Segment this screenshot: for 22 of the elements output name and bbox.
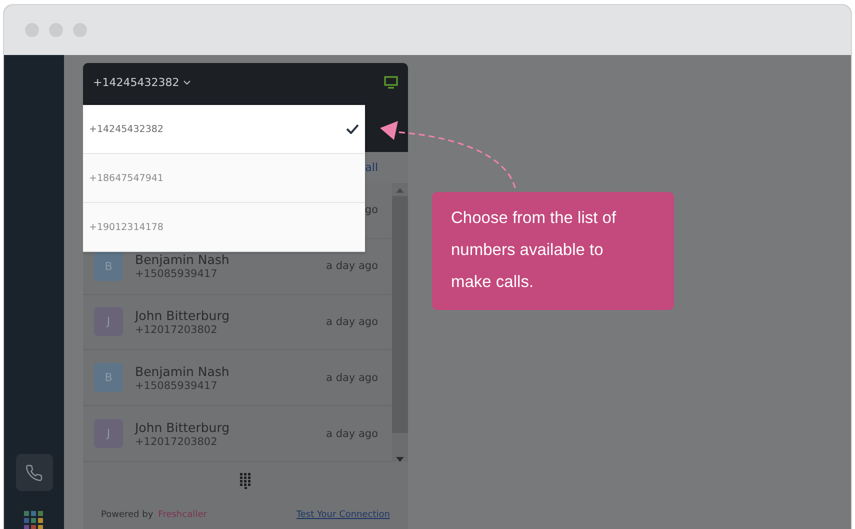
contact-name: Benjamin Nash	[135, 364, 230, 379]
number-option[interactable]: +14245432382	[83, 105, 365, 154]
call-time: go	[364, 204, 378, 216]
number-option[interactable]: +18647547941	[83, 154, 365, 203]
contact-number: +15085939417	[135, 268, 218, 280]
powered-by-text: Powered by	[101, 510, 154, 520]
contact-number: +15085939417	[135, 380, 218, 392]
contact-name: Benjamin Nash	[135, 252, 230, 268]
contact-number: +12017203802	[135, 324, 218, 336]
test-connection-link[interactable]: Test Your Connection	[296, 510, 390, 520]
contact-name: John Bitterburg	[135, 308, 231, 323]
call-time: a day ago	[326, 260, 378, 272]
contact-name: John Bitterburg	[135, 420, 231, 435]
brand-link[interactable]: Freshcaller	[158, 510, 207, 520]
callout-tooltip: Choose from the list of numbers available to make calls.	[432, 192, 674, 310]
call-time: a day ago	[326, 316, 378, 328]
call-time: a day ago	[326, 372, 378, 384]
contact-number: +12017203802	[135, 436, 218, 448]
number-option[interactable]: +19012314178	[83, 203, 365, 252]
call-time: a day ago	[326, 428, 378, 440]
caller-number-dropdown[interactable]: +14245432382	[93, 76, 191, 89]
call-all-link[interactable]: all	[365, 161, 378, 174]
